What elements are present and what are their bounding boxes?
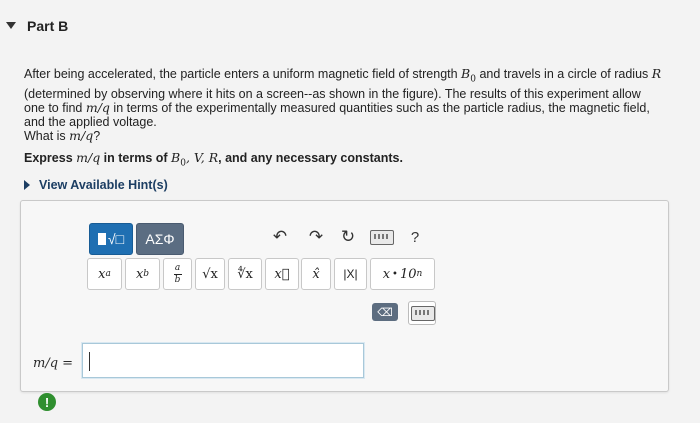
r-symbol: R <box>651 66 662 81</box>
virtual-keyboard-button[interactable] <box>408 301 436 325</box>
fraction-template-button[interactable]: ab <box>163 258 192 290</box>
view-hints-link[interactable]: View Available Hint(s) <box>24 178 168 192</box>
alert-icon: ! <box>38 393 56 411</box>
unit-vector-template-button[interactable]: x̂ <box>301 258 331 290</box>
express-instruction: Express m/q in terms of B0, V, R, and an… <box>24 150 403 169</box>
help-icon[interactable]: ? <box>402 225 428 249</box>
question-seg1: After being accelerated, the particle en… <box>24 67 462 81</box>
question-seg2: and travels in a circle of radius <box>475 67 652 81</box>
caret-down-icon[interactable] <box>6 22 16 29</box>
scientific-notation-button[interactable]: x • 10 n <box>370 258 435 290</box>
backspace-icon[interactable]: ⌫ <box>372 303 398 321</box>
mq-symbol: m/q <box>85 99 110 115</box>
nth-root-template-button[interactable]: ∜x <box>228 258 262 290</box>
caret-right-icon <box>24 180 30 190</box>
keyboard-icon <box>411 306 435 321</box>
sqrt-template-button[interactable]: √x <box>195 258 225 290</box>
keyboard-icon[interactable] <box>370 230 394 245</box>
greek-symbols-button[interactable]: ΑΣΦ <box>136 223 184 255</box>
subscript-template-button[interactable]: xb <box>125 258 160 290</box>
undo-icon[interactable]: ↶ <box>267 225 293 249</box>
part-header[interactable]: Part B <box>0 0 700 50</box>
question-ask: What is m/q? <box>24 128 101 144</box>
vector-template-button[interactable]: x⃗ <box>265 258 299 290</box>
power-template-button[interactable]: xa <box>87 258 122 290</box>
question-text: After being accelerated, the particle en… <box>24 66 664 144</box>
greek-label: ΑΣΦ <box>145 231 175 247</box>
answer-label: m/q = <box>33 356 74 371</box>
answer-input[interactable] <box>81 342 365 379</box>
part-title: Part B <box>27 18 69 34</box>
question-paragraph: After being accelerated, the particle en… <box>24 66 664 130</box>
text-cursor <box>89 352 90 371</box>
redo-icon[interactable]: ↷ <box>303 225 329 249</box>
templates-label: √□ <box>107 231 125 247</box>
hints-label: View Available Hint(s) <box>39 178 168 192</box>
b0-symbol: B0 <box>461 66 476 85</box>
reset-icon[interactable]: ↻ <box>335 225 361 249</box>
absolute-value-template-button[interactable]: |X| <box>334 258 367 290</box>
question-seg4: in terms of the experimentally measured … <box>24 100 650 130</box>
templates-button[interactable]: √□ <box>89 223 133 255</box>
